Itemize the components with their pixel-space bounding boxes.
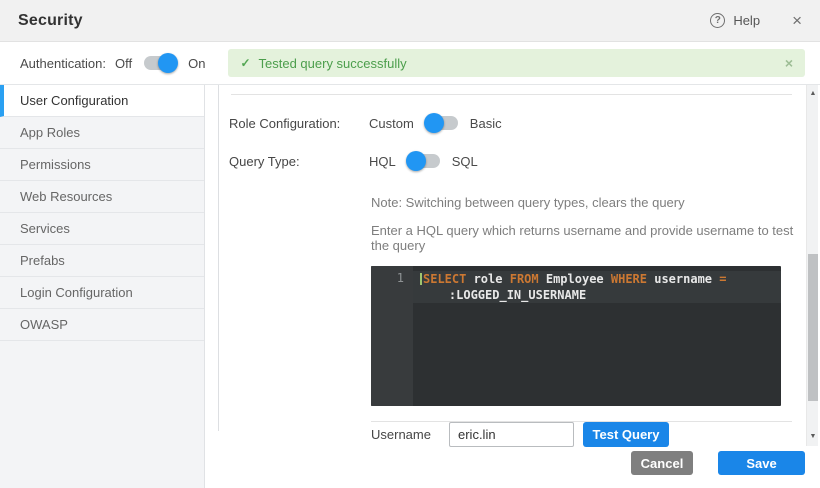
banner-close-icon[interactable]: × (785, 55, 793, 71)
section-divider (231, 94, 792, 95)
authentication-row: Authentication: Off On ✓ Tested query su… (0, 42, 820, 84)
sidebar-item-login-configuration[interactable]: Login Configuration (0, 277, 204, 309)
settings-sidebar: User Configuration App Roles Permissions… (0, 85, 205, 488)
authentication-on-label: On (188, 56, 205, 71)
query-type-note: Note: Switching between query types, cle… (219, 195, 805, 210)
indent (420, 288, 449, 302)
code-line-1: SELECT role FROM Employee WHERE username… (413, 271, 781, 287)
code-line-2: :LOGGED_IN_USERNAME (413, 287, 781, 303)
check-icon: ✓ (240, 56, 250, 70)
cancel-button[interactable]: Cancel (631, 451, 693, 475)
query-type-sql-label: SQL (452, 154, 478, 169)
username-input[interactable] (449, 422, 574, 447)
query-type-label: Query Type: (229, 154, 369, 169)
help-icon[interactable]: ? (710, 13, 725, 28)
role-configuration-toggle[interactable] (426, 116, 458, 130)
line-number: 1 (371, 271, 404, 285)
query-type-hql-label: HQL (369, 154, 396, 169)
scroll-down-icon[interactable]: ▼ (807, 431, 819, 443)
role-configuration-label: Role Configuration: (229, 116, 369, 131)
sidebar-item-app-roles[interactable]: App Roles (0, 117, 204, 149)
query-type-toggle[interactable] (408, 154, 440, 168)
sidebar-item-owasp[interactable]: OWASP (0, 309, 204, 341)
page-title: Security (18, 12, 83, 30)
test-query-button[interactable]: Test Query (583, 422, 669, 447)
save-button[interactable]: Save (718, 451, 805, 475)
editor-code-area[interactable]: SELECT role FROM Employee WHERE username… (413, 266, 781, 406)
role-config-basic-label: Basic (470, 116, 502, 131)
sidebar-item-web-resources[interactable]: Web Resources (0, 181, 204, 213)
role-config-custom-label: Custom (369, 116, 414, 131)
user-configuration-panel: Role Configuration: Custom Basic Query T… (218, 85, 805, 431)
sidebar-item-services[interactable]: Services (0, 213, 204, 245)
sql-identifier: username (647, 272, 719, 286)
security-dialog: Security ? Help × Authentication: Off On… (0, 0, 820, 488)
authentication-toggle[interactable] (144, 56, 176, 70)
sql-operator: = (719, 272, 726, 286)
query-code-editor[interactable]: 1 SELECT role FROM Employee WHERE userna… (371, 266, 781, 406)
dialog-header: Security ? Help × (0, 0, 820, 42)
toggle-knob (158, 53, 178, 73)
username-label: Username (371, 427, 449, 442)
query-instruction: Enter a HQL query which returns username… (219, 223, 805, 253)
toggle-knob (424, 113, 444, 133)
section-divider (371, 421, 792, 422)
sql-keyword: FROM (510, 272, 539, 286)
sql-identifier: Employee (539, 272, 611, 286)
toggle-knob (406, 151, 426, 171)
close-icon[interactable]: × (792, 12, 802, 29)
sql-keyword: SELECT (423, 272, 466, 286)
text-caret (420, 273, 422, 285)
authentication-label: Authentication: (20, 56, 115, 71)
authentication-off-label: Off (115, 56, 132, 71)
sidebar-item-prefabs[interactable]: Prefabs (0, 245, 204, 277)
success-banner: ✓ Tested query successfully × (228, 49, 805, 77)
scrollbar-thumb[interactable] (808, 254, 818, 401)
scroll-up-icon[interactable]: ▲ (807, 88, 819, 100)
sidebar-item-user-configuration[interactable]: User Configuration (0, 85, 204, 117)
sql-keyword: WHERE (611, 272, 647, 286)
sql-identifier: role (466, 272, 509, 286)
sql-parameter: :LOGGED_IN_USERNAME (449, 288, 586, 302)
help-link[interactable]: Help (733, 13, 760, 28)
editor-gutter: 1 (371, 266, 413, 406)
sidebar-item-permissions[interactable]: Permissions (0, 149, 204, 181)
banner-message: Tested query successfully (259, 56, 407, 71)
main-content: Role Configuration: Custom Basic Query T… (205, 85, 820, 488)
vertical-scrollbar[interactable]: ▲ ▼ (806, 85, 818, 446)
